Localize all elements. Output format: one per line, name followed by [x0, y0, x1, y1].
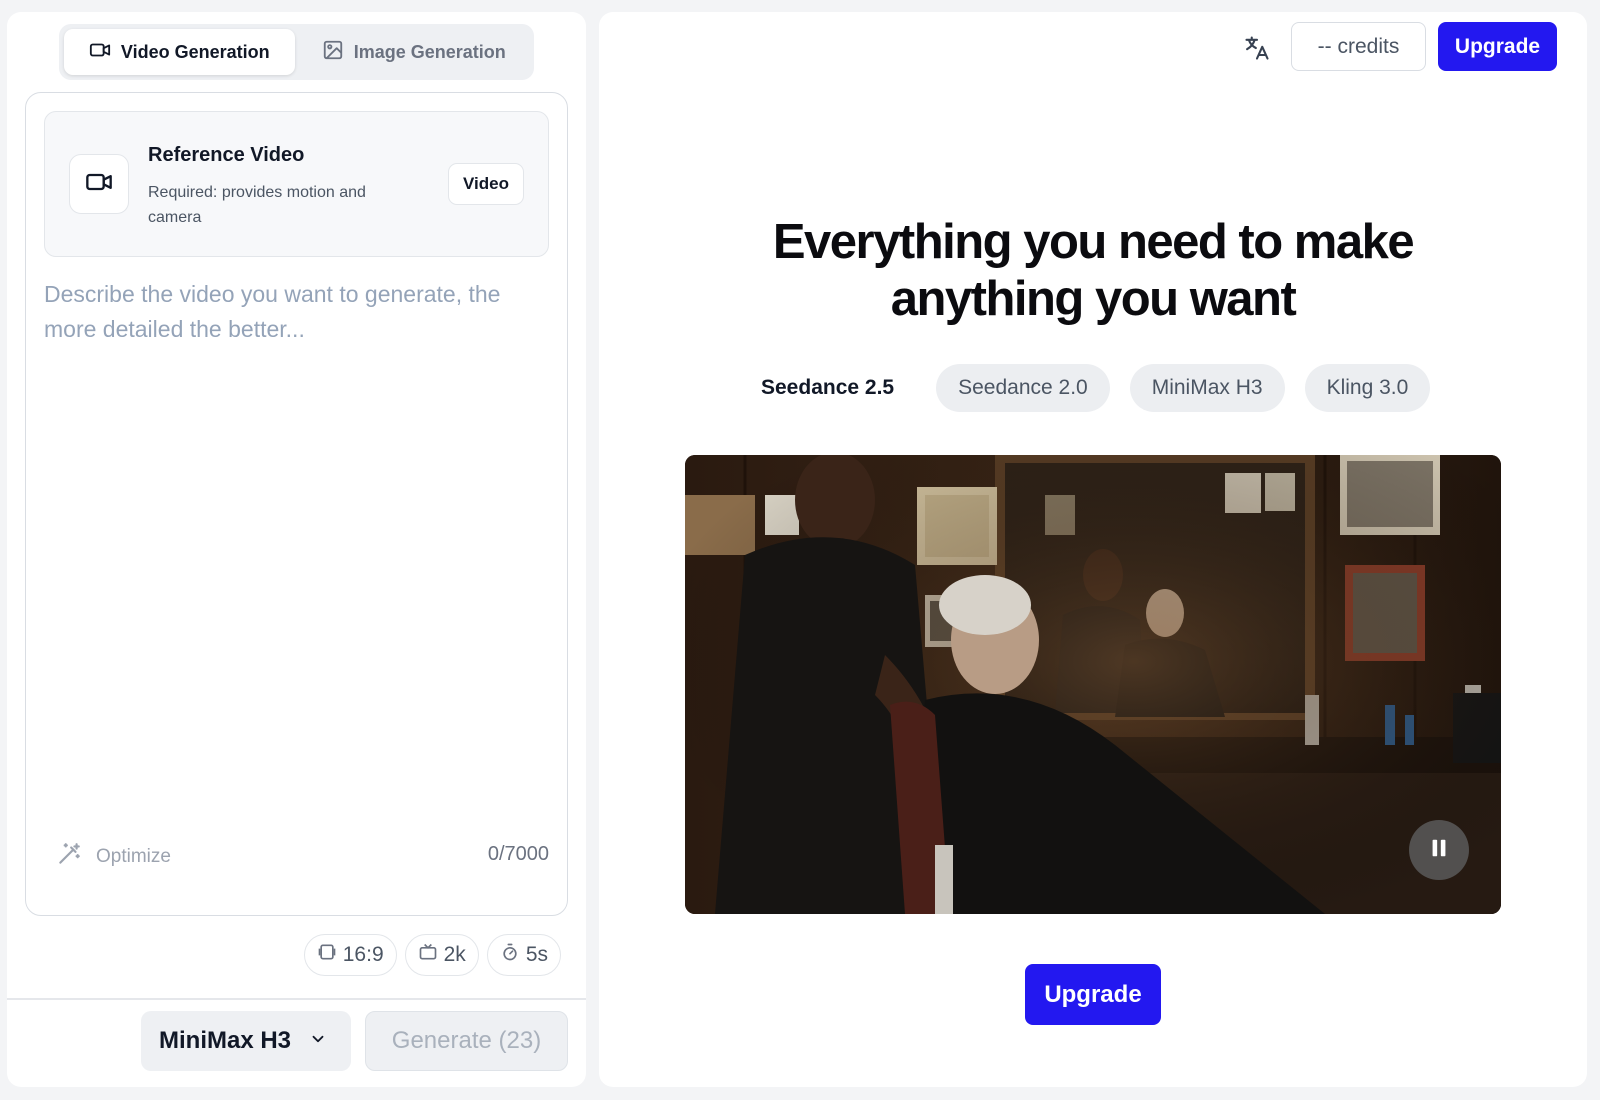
headline-line: anything you want [890, 272, 1297, 326]
prompt-input[interactable] [44, 277, 549, 817]
duration-chip[interactable]: 5s [486, 934, 561, 976]
tab-label: Image Generation [353, 41, 506, 62]
divider [7, 998, 586, 1000]
aspect-ratio-icon [317, 942, 337, 968]
character-count: 0/7000 [487, 843, 549, 865]
page-headline: Everything you need to make anything you… [599, 214, 1587, 328]
duration-value: 5s [525, 943, 548, 966]
chevron-down-icon [309, 1027, 327, 1055]
timer-icon [500, 942, 520, 968]
translate-icon [1243, 34, 1271, 67]
tab-kling-3-0[interactable]: Kling 3.0 [1304, 364, 1431, 412]
video-camera-icon [89, 39, 111, 66]
magic-wand-icon [56, 841, 82, 873]
upload-video-button[interactable]: Video [448, 163, 524, 205]
preview-video[interactable] [685, 455, 1501, 914]
resolution-chip[interactable]: 2k [404, 934, 479, 976]
generation-settings: 16:9 2k 5s [303, 934, 561, 976]
generation-panel: Video Generation Image Generation Refere… [7, 12, 586, 1087]
tv-icon [418, 942, 438, 968]
tab-image-generation[interactable]: Image Generation [299, 29, 530, 75]
model-select-value: MiniMax H3 [159, 1027, 292, 1054]
pause-button[interactable] [1409, 820, 1469, 880]
pause-icon [1428, 837, 1450, 864]
generate-button[interactable]: Generate (23) [365, 1011, 568, 1071]
tab-label: Video Generation [120, 41, 270, 62]
aspect-ratio-value: 16:9 [342, 943, 384, 966]
headline-line: Everything you need to make [772, 215, 1415, 269]
upgrade-cta-button[interactable]: Upgrade [1025, 964, 1161, 1025]
tab-video-generation[interactable]: Video Generation [64, 29, 295, 75]
aspect-ratio-chip[interactable]: 16:9 [303, 934, 397, 976]
reference-video-card[interactable]: Reference Video Required: provides motio… [44, 111, 549, 257]
reference-title: Reference Video [148, 144, 305, 166]
credits-button[interactable]: -- credits [1291, 22, 1426, 71]
image-icon [322, 39, 344, 66]
tab-seedance-2-5[interactable]: Seedance 2.5 [739, 364, 916, 412]
optimize-label: Optimize [96, 846, 171, 867]
barbershop-scene-image [685, 455, 1501, 914]
prompt-composer: Reference Video Required: provides motio… [25, 92, 568, 916]
reference-icon-box [69, 154, 129, 214]
language-button[interactable] [1239, 32, 1275, 68]
tab-minimax-h3[interactable]: MiniMax H3 [1129, 364, 1285, 412]
mode-tabs: Video Generation Image Generation [59, 24, 534, 80]
model-select[interactable]: MiniMax H3 [141, 1011, 351, 1071]
model-tabs: Seedance 2.5 Seedance 2.0 MiniMax H3 Kli… [739, 364, 1431, 412]
video-camera-icon [85, 168, 113, 201]
tab-seedance-2-0[interactable]: Seedance 2.0 [936, 364, 1110, 412]
showcase-panel: -- credits Upgrade Everything you need t… [599, 12, 1587, 1087]
resolution-value: 2k [443, 943, 466, 966]
optimize-button[interactable]: Optimize [56, 841, 171, 873]
upgrade-button[interactable]: Upgrade [1438, 22, 1557, 71]
reference-description: Required: provides motion and camera [148, 184, 366, 226]
